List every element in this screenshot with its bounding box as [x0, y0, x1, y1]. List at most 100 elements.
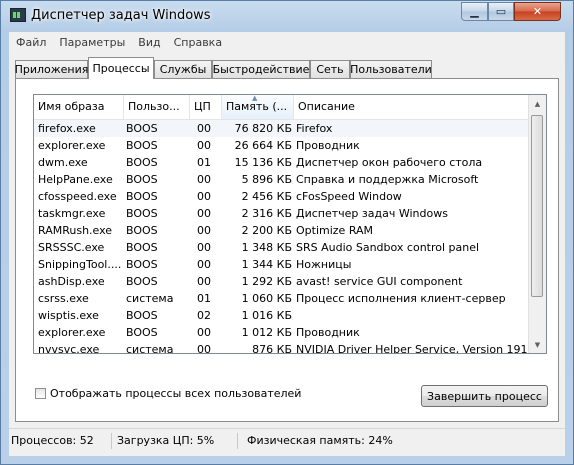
client-area: Приложения Процессы Службы Быстродействи…: [9, 52, 565, 456]
process-user: BOOS: [126, 326, 158, 339]
process-memory: 876 КБ: [252, 343, 292, 354]
table-row[interactable]: ashDisp.exe BOOS 00 1 292 КБ avast! service …: [34, 273, 528, 290]
process-cpu: 01: [197, 292, 211, 305]
task-manager-app-icon: [10, 8, 26, 22]
sort-ascending-icon: ▲: [252, 94, 258, 102]
menu-options[interactable]: Параметры: [52, 36, 131, 49]
scroll-thumb[interactable]: [531, 115, 543, 297]
process-name: nvvsvc.exe: [38, 343, 100, 354]
minimize-icon: ▁: [470, 5, 479, 18]
process-name: dwm.exe: [38, 156, 88, 169]
process-cpu: 00: [197, 326, 211, 339]
process-memory: 26 664 КБ: [234, 139, 292, 152]
tab-network[interactable]: Сеть: [310, 60, 350, 78]
status-physical-memory: Физическая память: 24%: [247, 434, 393, 447]
process-cpu: 00: [197, 343, 211, 354]
vertical-scrollbar[interactable]: ▲ ▼: [528, 95, 546, 353]
process-description: Firefox: [296, 122, 333, 135]
table-row[interactable]: firefox.exe BOOS 00 76 820 КБ Firefox: [34, 120, 528, 137]
process-memory: 2 316 КБ: [241, 207, 292, 220]
process-user: BOOS: [126, 309, 158, 322]
table-row[interactable]: explorer.exe BOOS 00 26 664 КБ Проводник: [34, 137, 528, 154]
process-cpu: 00: [197, 224, 211, 237]
scroll-up-icon[interactable]: ▲: [529, 95, 546, 112]
tab-applications[interactable]: Приложения: [15, 60, 88, 78]
window-title: Диспетчер задач Windows: [31, 8, 211, 23]
process-description: Проводник: [296, 139, 360, 152]
table-row[interactable]: HelpPane.exe BOOS 00 5 896 КБ Справка и подд…: [34, 171, 528, 188]
process-user: BOOS: [126, 156, 158, 169]
table-row[interactable]: taskmgr.exe BOOS 00 2 316 КБ Диспетчер задач…: [34, 205, 528, 222]
status-cpu-usage: Загрузка ЦП: 5%: [115, 433, 238, 449]
column-user[interactable]: Пользо...: [124, 95, 190, 119]
minimize-button[interactable]: ▁: [461, 2, 488, 21]
process-cpu: 00: [197, 173, 211, 186]
tab-performance[interactable]: Быстродействие: [212, 60, 310, 78]
column-image-name[interactable]: Имя образа: [34, 95, 124, 119]
menu-help[interactable]: Справка: [167, 36, 228, 49]
process-name: SRSSSC.exe: [38, 241, 105, 254]
process-description: avast! service GUI component: [296, 275, 463, 288]
process-name: cfosspeed.exe: [38, 190, 117, 203]
column-cpu[interactable]: ЦП: [190, 95, 222, 119]
process-user: BOOS: [126, 258, 158, 271]
process-memory: 76 820 КБ: [234, 122, 292, 135]
process-user: BOOS: [126, 241, 158, 254]
task-manager-window: Диспетчер задач Windows ▁ ▭ ✕ Файл Парам…: [0, 0, 574, 465]
process-cpu: 00: [197, 241, 211, 254]
process-cpu: 00: [197, 122, 211, 135]
process-cpu: 00: [197, 190, 211, 203]
scroll-down-icon[interactable]: ▼: [529, 336, 546, 353]
process-name: firefox.exe: [38, 122, 96, 135]
menu-view[interactable]: Вид: [131, 36, 166, 49]
process-cpu: 00: [197, 275, 211, 288]
maximize-button[interactable]: ▭: [488, 2, 514, 21]
table-row[interactable]: nvvsvc.exe система 00 876 КБ NVIDIA Driver H…: [34, 341, 528, 354]
process-name: wisptis.exe: [38, 309, 99, 322]
process-memory: 1 016 КБ: [241, 309, 292, 322]
tab-services[interactable]: Службы: [154, 60, 212, 78]
process-rows: firefox.exe BOOS 00 76 820 КБ Firefox explore…: [34, 120, 528, 354]
table-row[interactable]: wisptis.exe BOOS 02 1 016 КБ: [34, 307, 528, 324]
tab-users[interactable]: Пользователи: [350, 60, 432, 78]
process-cpu: 00: [197, 258, 211, 271]
close-button[interactable]: ✕: [514, 2, 561, 21]
process-cpu: 02: [197, 309, 211, 322]
process-description: Процесс исполнения клиент-сервер: [296, 292, 506, 305]
tab-processes[interactable]: Процессы: [88, 57, 154, 79]
table-row[interactable]: RAMRush.exe BOOS 00 2 200 КБ Optimize RAM: [34, 222, 528, 239]
process-description: Справка и поддержка Microsoft: [296, 173, 479, 186]
process-description: cFosSpeed Window: [296, 190, 402, 203]
process-memory: 1 344 КБ: [241, 258, 292, 271]
table-row[interactable]: cfosspeed.exe BOOS 00 2 456 КБ cFosSpeed Win…: [34, 188, 528, 205]
title-bar[interactable]: Диспетчер задач Windows ▁ ▭ ✕: [1, 1, 573, 31]
process-memory: 1 292 КБ: [241, 275, 292, 288]
process-name: ashDisp.exe: [38, 275, 105, 288]
process-cpu: 00: [197, 139, 211, 152]
table-row[interactable]: explorer.exe BOOS 00 1 012 КБ Проводник: [34, 324, 528, 341]
process-description: Проводник: [296, 326, 360, 339]
process-cpu: 01: [197, 156, 211, 169]
menu-file[interactable]: Файл: [9, 36, 52, 49]
process-memory: 1 012 КБ: [241, 326, 292, 339]
column-description[interactable]: Описание: [294, 95, 528, 119]
maximize-icon: ▭: [495, 5, 507, 18]
process-name: explorer.exe: [38, 326, 106, 339]
process-list[interactable]: Имя образа Пользо... ЦП ▲ Память (... Оп…: [33, 94, 547, 354]
process-description: SRS Audio Sandbox control panel: [296, 241, 480, 254]
process-name: RAMRush.exe: [38, 224, 113, 237]
column-memory[interactable]: ▲ Память (...: [222, 95, 294, 119]
process-cpu: 00: [197, 207, 211, 220]
show-all-processes-option[interactable]: Отображать процессы всех пользователей: [35, 387, 301, 400]
table-row[interactable]: SnippingTool.... BOOS 00 1 344 КБ Ножницы: [34, 256, 528, 273]
show-all-processes-checkbox[interactable]: [35, 388, 46, 399]
table-row[interactable]: dwm.exe BOOS 01 15 136 КБ Диспетчер окон раб…: [34, 154, 528, 171]
process-description: Optimize RAM: [296, 224, 374, 237]
processes-panel: Имя образа Пользо... ЦП ▲ Память (... Оп…: [15, 78, 559, 422]
process-name: taskmgr.exe: [38, 207, 106, 220]
end-process-button[interactable]: Завершить процесс: [421, 385, 548, 407]
table-row[interactable]: csrss.exe система 01 1 060 КБ Процесс исполн…: [34, 290, 528, 307]
table-row[interactable]: SRSSSC.exe BOOS 00 1 348 КБ SRS Audio Sandbo…: [34, 239, 528, 256]
status-process-count: Процессов: 52: [9, 433, 112, 449]
process-memory: 2 200 КБ: [241, 224, 292, 237]
